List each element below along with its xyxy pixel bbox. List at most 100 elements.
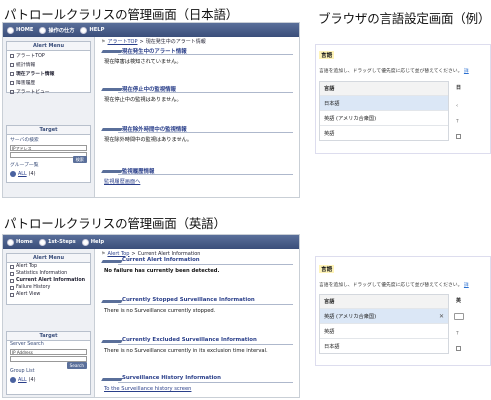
sidebar-item-statistics[interactable]: Statistics Information (7, 270, 90, 277)
server-search-label: サーバの検索 (10, 138, 39, 143)
target-box: Target Server Search IP Address Search G… (6, 331, 91, 395)
sidebar: Alert Menu アラートTOP 統計情報 現在アラート情報 障害履歴 アラ… (3, 37, 95, 197)
language-description: 言語を追加し、ドラッグして優先度に応じて並び替えてください。 詳 (319, 69, 469, 74)
alert-menu-title: Alert Menu (7, 254, 90, 263)
sidebar-item-statistics[interactable]: 統計情報 (7, 60, 90, 69)
pin-icon: ⚑ (101, 38, 106, 45)
language-item[interactable]: 英語 (320, 125, 448, 140)
alert-menu-box: Alert Menu Alert Top Statistics Informat… (6, 253, 91, 305)
group-icon (10, 171, 16, 177)
group-list-label: Group List (10, 369, 35, 374)
sidebar-item-current-alert[interactable]: 現在アラート情報 (7, 69, 90, 78)
en-admin-screen: Home 1st-Steps Help Alert Menu Alert Top… (2, 234, 300, 398)
section-surveillance-history: Surveillance History Information To the S… (100, 375, 293, 395)
pin-icon: ⚑ (101, 250, 106, 257)
language-list: 言語 日本語 英語 (アメリカ合衆国) 英語 (319, 81, 449, 141)
language-list: 言語 英語 (アメリカ合衆国) ✕ 英語 日本語 (319, 294, 449, 354)
help-button[interactable]: HELP (78, 26, 106, 34)
sidebar-item-failure-history[interactable]: 障害履歴 (7, 78, 90, 87)
side-column-header: 英 (456, 298, 462, 304)
help-button[interactable]: Help (80, 238, 106, 246)
ja-admin-screen: HOME 操作の仕方 HELP Alert Menu アラートTOP 統計情報 … (2, 22, 300, 198)
section-excluded-surveillance: Currently Excluded Surveillance Informat… (100, 337, 293, 357)
section-current-alert: 現在発生中のアラート情報 現在障害は検知されていません。 (100, 47, 293, 68)
section-excluded-surveillance: 現在除外時間中の監視情報 現在除外時間中の監視はありません。 (100, 125, 293, 146)
side-column-header: 日 (456, 85, 462, 91)
alert-menu-title: Alert Menu (7, 42, 90, 51)
steps-icon (39, 26, 47, 34)
home-icon (7, 238, 14, 246)
language-item[interactable]: 英語 (アメリカ合衆国) (320, 110, 448, 125)
target-title: Target (7, 332, 90, 341)
learn-more-link[interactable]: 詳 (464, 69, 469, 74)
home-button[interactable]: HOME (5, 26, 35, 34)
expand-icon (10, 89, 14, 94)
top-nav-bar: HOME 操作の仕方 HELP (3, 23, 299, 37)
first-steps-button[interactable]: 1st-Steps (37, 238, 78, 246)
group-all[interactable]: ALL (4) (7, 169, 90, 179)
first-steps-button[interactable]: 操作の仕方 (37, 26, 76, 34)
help-icon (81, 238, 89, 246)
sidebar-item-alert-top[interactable]: アラートTOP (7, 51, 90, 60)
help-icon (80, 26, 88, 34)
language-description: 言語を追加し、ドラッグして優先度に応じて並び替えてください。 詳 (319, 283, 469, 288)
search-type-select[interactable]: IPアドレス (10, 145, 87, 151)
sidebar-item-alert-top[interactable]: Alert Top (7, 263, 90, 270)
section-stopped-surveillance: 現在停止中の監視情報 現在停止中の監視はありません。 (100, 85, 293, 106)
language-heading: 言語 (319, 51, 335, 59)
history-link[interactable]: To the Surveillance history screen (100, 383, 293, 395)
caption-ja-admin: パトロールクラリスの管理画面（日本語） (4, 7, 239, 22)
search-type-select[interactable]: IP Address (10, 349, 87, 355)
side-control[interactable] (454, 313, 464, 320)
spellcheck-checkbox[interactable] (456, 134, 461, 139)
alert-menu-box: Alert Menu アラートTOP 統計情報 現在アラート情報 障害履歴 アラ… (6, 41, 91, 96)
language-item[interactable]: 英語 (アメリカ合衆国) ✕ (320, 308, 448, 323)
target-box: Target サーバの検索 IPアドレス 検索 グループ一覧 ALL (4) (6, 125, 91, 183)
language-heading: 言語 (319, 265, 335, 273)
group-icon (10, 377, 16, 383)
language-item[interactable]: 日本語 (320, 338, 448, 353)
side-marker: ‹ (456, 103, 459, 109)
group-all[interactable]: ALL (4) (7, 375, 90, 385)
expand-icon (10, 71, 14, 76)
browser-lang-settings-ja: 言語 言語を追加し、ドラッグして優先度に応じて並び替えてください。 詳 言語 日… (315, 44, 491, 154)
breadcrumb: ⚑ アラートTOP > 現在発生中のアラート情報 (101, 38, 206, 46)
spellcheck-checkbox[interactable] (456, 346, 461, 351)
remove-icon[interactable]: ✕ (439, 313, 444, 320)
side-marker: ⁊ (456, 330, 459, 336)
expand-icon (10, 80, 14, 85)
expand-icon (10, 264, 14, 269)
steps-icon (38, 238, 46, 246)
language-item[interactable]: 日本語 (320, 95, 448, 110)
language-list-header: 言語 (320, 295, 448, 308)
expand-icon (10, 292, 14, 297)
top-nav-bar: Home 1st-Steps Help (3, 235, 299, 249)
side-marker: ⁊ (456, 118, 459, 124)
search-button[interactable]: Search (66, 362, 87, 369)
sidebar-item-failure-history[interactable]: Failure History (7, 284, 90, 291)
sidebar-item-alert-view[interactable]: Alert View (7, 291, 90, 298)
expand-icon (10, 285, 14, 290)
server-search-label: Server Search (10, 342, 44, 347)
target-title: Target (7, 126, 90, 135)
caption-browser-settings: ブラウザの言語設定画面（例） (318, 11, 491, 26)
sidebar: Alert Menu Alert Top Statistics Informat… (3, 249, 95, 397)
expand-icon (10, 53, 14, 58)
language-list-header: 言語 (320, 82, 448, 95)
home-icon (7, 26, 14, 34)
section-stopped-surveillance: Currently Stopped Surveillance Informati… (100, 297, 293, 317)
language-item[interactable]: 英語 (320, 323, 448, 338)
expand-icon (10, 62, 14, 67)
section-surveillance-history: 監視履歴情報 監視履歴画面へ (100, 167, 293, 188)
browser-lang-settings-en: 言語 言語を追加し、ドラッグして優先度に応じて並び替えてください。 詳 言語 英… (315, 256, 491, 366)
expand-icon (10, 271, 14, 276)
caption-en-admin: パトロールクラリスの管理画面（英語） (4, 216, 226, 231)
sidebar-item-current-alert[interactable]: Current Alert Information (7, 277, 90, 284)
home-button[interactable]: Home (5, 238, 35, 246)
expand-icon (10, 278, 14, 283)
search-button[interactable]: 検索 (72, 156, 87, 163)
sidebar-item-alert-view[interactable]: アラートビュー (7, 87, 90, 96)
learn-more-link[interactable]: 詳 (464, 283, 469, 288)
history-link[interactable]: 監視履歴画面へ (100, 175, 293, 188)
section-current-alert: Current Alert Information No failure has … (100, 257, 293, 277)
